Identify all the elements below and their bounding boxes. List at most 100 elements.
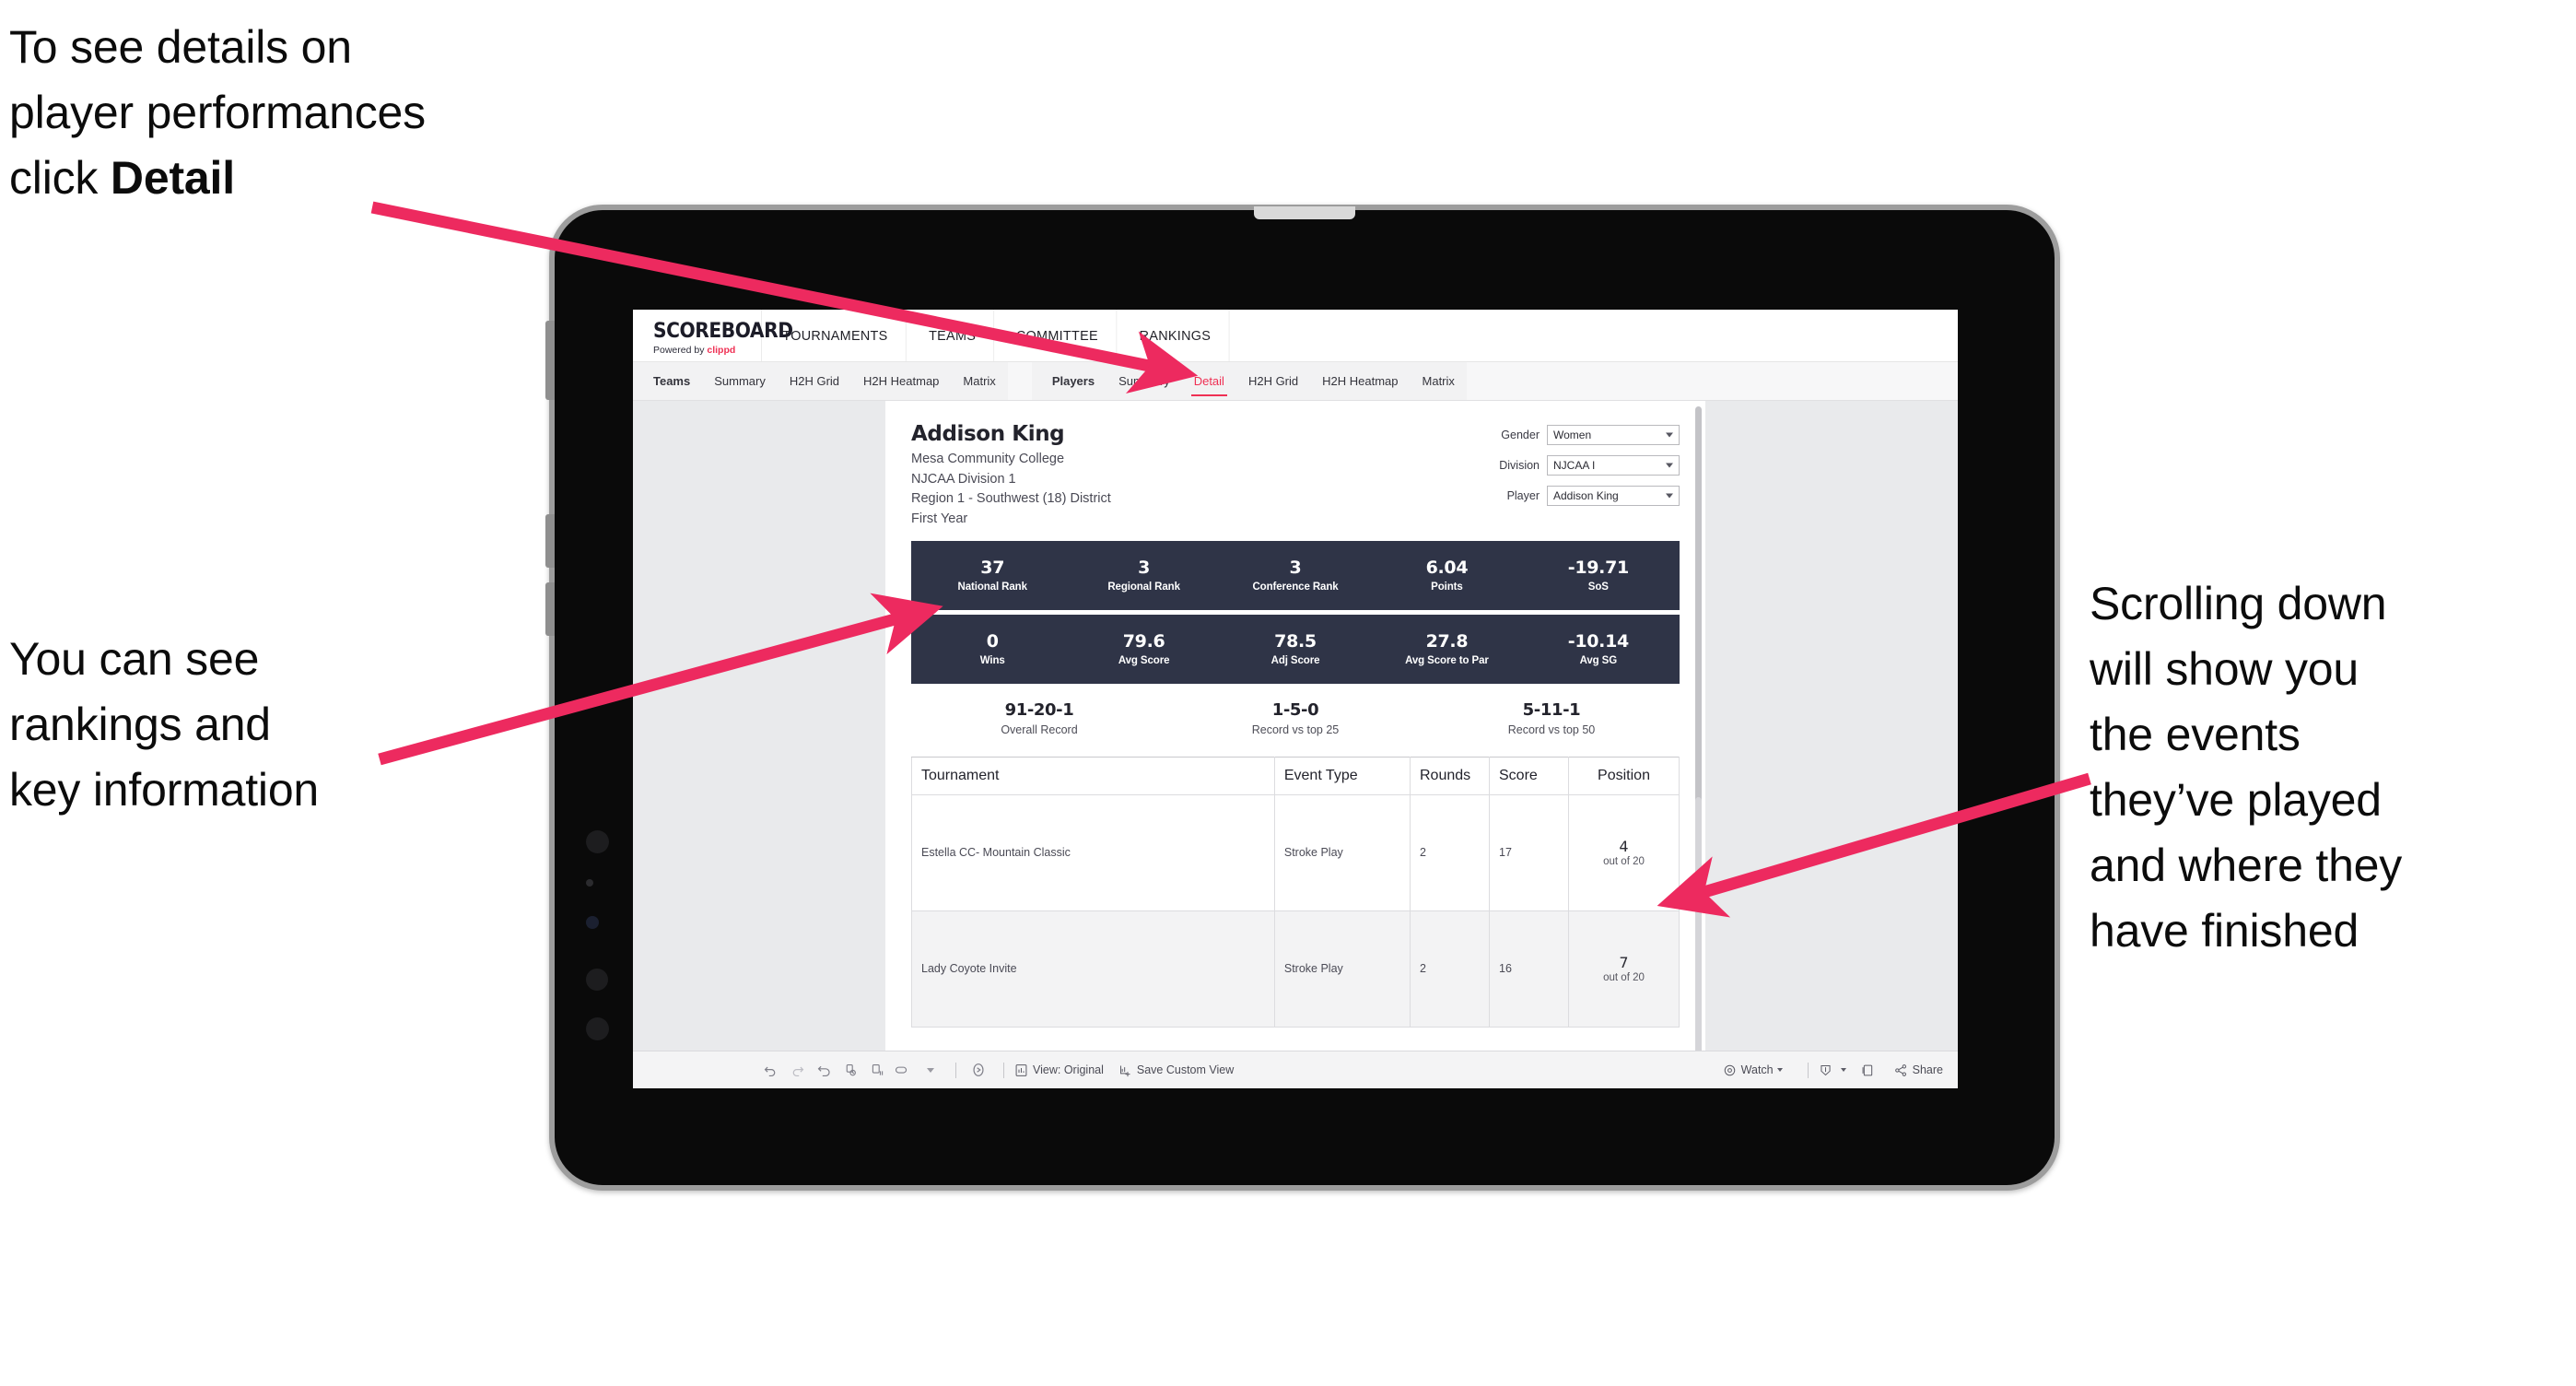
watch-label: Watch [1740,1063,1774,1076]
filter-player-select[interactable]: Addison King [1547,486,1680,506]
annotation-line: rankings and [9,699,271,750]
cell-rounds: 2 [1409,910,1491,1028]
sheet-content: Addison King Mesa Community College NJCA… [911,421,1680,1028]
nav-item-teams[interactable]: TEAMS [911,310,995,361]
stat-label: National Rank [957,581,1027,593]
record-label: Record vs top 50 [1507,722,1596,736]
volume-down-button[interactable] [545,582,555,636]
player-region: Region 1 - Southwest (18) District [911,491,1111,507]
stat-wins: 0 Wins [917,631,1068,666]
record-label: Overall Record [1001,722,1078,736]
refresh-data-icon[interactable] [838,1060,862,1080]
fullscreen-button[interactable] [1861,1063,1879,1077]
filter-gender-label: Gender [1501,429,1540,441]
download-button[interactable] [1819,1063,1846,1077]
player-name: Addison King [911,422,1065,446]
stat-conference-rank: 3 Conference Rank [1220,558,1371,593]
power-button[interactable] [545,321,555,400]
watch-button[interactable]: Watch [1723,1063,1783,1077]
stat-label: Regional Rank [1107,581,1180,593]
stat-bar-rankings: 37 National Rank 3 Regional Rank 3 Confe… [911,540,1680,610]
app-viewport: SCOREBOARD Powered by clippd TOURNAMENTS… [633,310,1958,1088]
redo-icon[interactable] [785,1060,809,1080]
pause-auto-update-icon[interactable] [865,1060,889,1080]
record-vs-top-25: 1-5-0 Record vs top 25 [1167,700,1423,736]
share-button[interactable]: Share [1894,1063,1943,1077]
tab-teams[interactable]: Teams [633,362,702,400]
annotation-line: click Detail [9,155,599,201]
annotation-line: player performances [9,87,426,138]
tab-teams-h2h-grid[interactable]: H2H Grid [778,362,851,400]
stat-avg-sg: -10.14 Avg SG [1523,631,1674,666]
bezel-dot [586,879,593,887]
view-original-button[interactable]: View: Original [1014,1063,1104,1077]
filter-division-value: NJCAA I [1553,459,1596,472]
stat-label: Avg SG [1579,655,1618,667]
table-row[interactable]: Lady Coyote Invite Stroke Play 2 16 7 ou… [911,910,1680,1028]
tab-players-matrix[interactable]: Matrix [1411,362,1467,400]
player-division: NJCAA Division 1 [911,471,1016,487]
player-school: Mesa Community College [911,451,1065,466]
stat-label: Wins [979,655,1005,667]
col-header-rounds[interactable]: Rounds [1409,756,1491,795]
annotation-line-text: click [9,152,111,204]
annotation-line: and where they [2090,840,2403,891]
nav-item-rankings[interactable]: RANKINGS [1121,310,1230,361]
tab-players-h2h-heatmap[interactable]: H2H Heatmap [1310,362,1410,400]
annotation-line: To see details on [9,21,352,73]
filter-gender-select[interactable]: Women [1547,425,1680,445]
record-vs-top-50: 5-11-1 Record vs top 50 [1423,700,1680,736]
tab-teams-h2h-heatmap[interactable]: H2H Heatmap [851,362,951,400]
save-view-icon [1118,1063,1132,1077]
nav-item-committee[interactable]: COMMITTEE [999,310,1118,361]
stat-avg-score-to-par: 27.8 Avg Score to Par [1371,631,1522,666]
position-number: 7 [1619,954,1629,972]
undo-icon[interactable] [758,1060,782,1080]
col-header-position[interactable]: Position [1568,756,1680,795]
stat-label: Points [1431,581,1463,593]
stat-value: 37 [980,558,1005,579]
tab-players-h2h-grid[interactable]: H2H Grid [1236,362,1310,400]
annotation-line: they’ve played [2090,774,2382,826]
annotation-click-detail: To see details on player performances cl… [9,24,599,220]
scoreboard-logo[interactable]: SCOREBOARD Powered by clippd [633,310,793,361]
table-row[interactable]: Estella CC- Mountain Classic Stroke Play… [911,793,1680,911]
save-custom-view-button[interactable]: Save Custom View [1118,1063,1234,1077]
filter-division-select[interactable]: NJCAA I [1547,455,1680,476]
volume-up-button[interactable] [545,514,555,568]
tab-players-summary[interactable]: Summary [1107,362,1182,400]
fullscreen-icon [1861,1063,1875,1077]
annotation-line: You can see [9,633,260,685]
filter-player-row: Player Addison King [1499,486,1680,506]
bezel-dot [586,830,609,853]
filter-panel: Gender Women Division NJCAA I Player Add… [1499,421,1680,530]
record-value: 91-20-1 [1004,699,1074,720]
revert-icon[interactable] [812,1060,836,1080]
tab-players[interactable]: Players [1032,362,1107,400]
clear-sheet-icon[interactable] [966,1060,990,1080]
logo-brand-clippd: clippd [707,345,736,356]
records-row: 91-20-1 Overall Record 1-5-0 Record vs t… [911,684,1680,757]
col-header-tournament[interactable]: Tournament [911,756,1275,795]
stat-label: SoS [1587,581,1609,593]
stat-label: Avg Score [1118,655,1170,667]
tab-players-detail[interactable]: Detail [1182,362,1236,400]
tab-teams-matrix[interactable]: Matrix [951,362,1007,400]
pause-icon[interactable] [892,1060,916,1080]
table-scrollbar[interactable] [1695,797,1702,1083]
col-header-event-type[interactable]: Event Type [1273,756,1411,795]
chevron-down-icon[interactable] [919,1060,943,1080]
stat-bar-scoring: 0 Wins 79.6 Avg Score 78.5 Adj Score 27.… [911,614,1680,684]
col-header-score[interactable]: Score [1488,756,1570,795]
cell-position: 7 out of 20 [1568,910,1680,1028]
download-icon [1819,1063,1832,1077]
annotation-line: have finished [2090,905,2359,957]
filter-division-label: Division [1499,459,1540,472]
tab-teams-summary[interactable]: Summary [702,362,778,400]
player-class-year: First Year [911,511,968,526]
record-label: Record vs top 25 [1251,722,1340,736]
tab-group-teams: Teams Summary H2H Grid H2H Heatmap Matri… [633,362,1008,400]
toolbar-divider [1807,1062,1809,1078]
nav-item-tournaments[interactable]: TOURNAMENTS [765,310,907,361]
